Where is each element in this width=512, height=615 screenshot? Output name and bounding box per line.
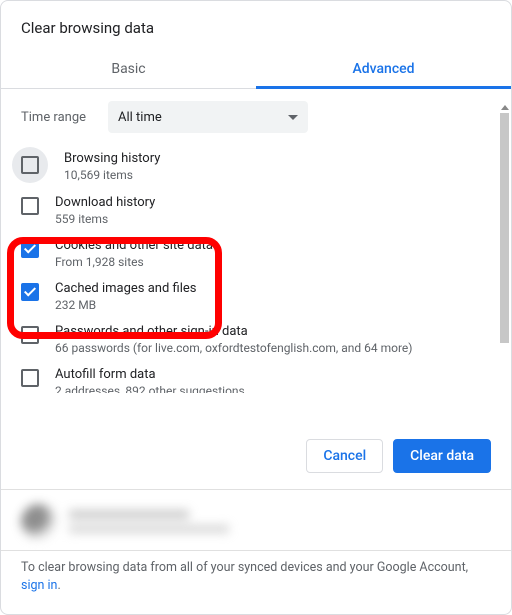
list-item[interactable]: Download history 559 items <box>1 189 511 232</box>
checkbox-ripple <box>12 147 48 183</box>
checkbox-download-history[interactable] <box>21 197 39 215</box>
checkbox-cookies[interactable] <box>21 240 39 258</box>
avatar <box>21 504 57 540</box>
signin-link[interactable]: sign in <box>21 578 57 593</box>
scroll-up-icon[interactable] <box>499 101 510 113</box>
item-subtitle: From 1,928 sites <box>55 255 213 269</box>
clear-data-button[interactable]: Clear data <box>393 439 491 473</box>
list-item[interactable]: Cached images and files 232 MB <box>1 275 511 318</box>
item-title: Cookies and other site data <box>55 238 213 253</box>
item-subtitle: 10,569 items <box>64 168 160 182</box>
checkbox-browsing-history[interactable] <box>21 156 39 174</box>
tab-advanced[interactable]: Advanced <box>256 49 511 88</box>
time-range-value: All time <box>118 110 162 125</box>
item-subtitle: 232 MB <box>55 298 196 312</box>
clear-browsing-data-dialog: Clear browsing data Basic Advanced Time … <box>0 0 512 615</box>
footer-text: To clear browsing data from all of your … <box>21 560 468 575</box>
item-subtitle: 2 addresses, 892 other suggestions <box>55 384 245 393</box>
checkbox-cached-images[interactable] <box>21 283 39 301</box>
list-item[interactable]: Passwords and other sign-in data 66 pass… <box>1 318 511 361</box>
account-info <box>69 510 229 533</box>
item-title: Browsing history <box>64 151 160 166</box>
account-row <box>1 490 511 550</box>
item-title: Cached images and files <box>55 281 196 296</box>
list-item[interactable]: Autofill form data 2 addresses, 892 othe… <box>1 361 511 393</box>
time-range-select[interactable]: All time <box>108 101 308 133</box>
scrollbar[interactable] <box>499 101 510 423</box>
checkbox-passwords[interactable] <box>21 326 39 344</box>
dialog-title: Clear browsing data <box>1 1 511 49</box>
item-subtitle: 66 passwords (for live.com, oxfordtestof… <box>55 341 412 355</box>
time-range-label: Time range <box>21 110 96 125</box>
list-item[interactable]: Browsing history 10,569 items <box>1 145 511 189</box>
item-title: Autofill form data <box>55 367 245 382</box>
button-row: Cancel Clear data <box>1 423 511 489</box>
item-title: Download history <box>55 195 155 210</box>
time-range-row: Time range All time <box>1 89 511 141</box>
cancel-button[interactable]: Cancel <box>306 439 383 473</box>
dropdown-icon <box>288 115 298 120</box>
item-subtitle: 559 items <box>55 212 155 226</box>
item-title: Passwords and other sign-in data <box>55 324 412 339</box>
items-list: Browsing history 10,569 items Download h… <box>1 141 511 393</box>
footer: To clear browsing data from all of your … <box>1 551 511 615</box>
scroll-thumb[interactable] <box>500 113 509 343</box>
tab-basic[interactable]: Basic <box>1 49 256 88</box>
checkbox-autofill[interactable] <box>21 369 39 387</box>
tabs: Basic Advanced <box>1 49 511 89</box>
content-area: Time range All time Browsing history 10,… <box>1 89 511 423</box>
list-item[interactable]: Cookies and other site data From 1,928 s… <box>1 232 511 275</box>
